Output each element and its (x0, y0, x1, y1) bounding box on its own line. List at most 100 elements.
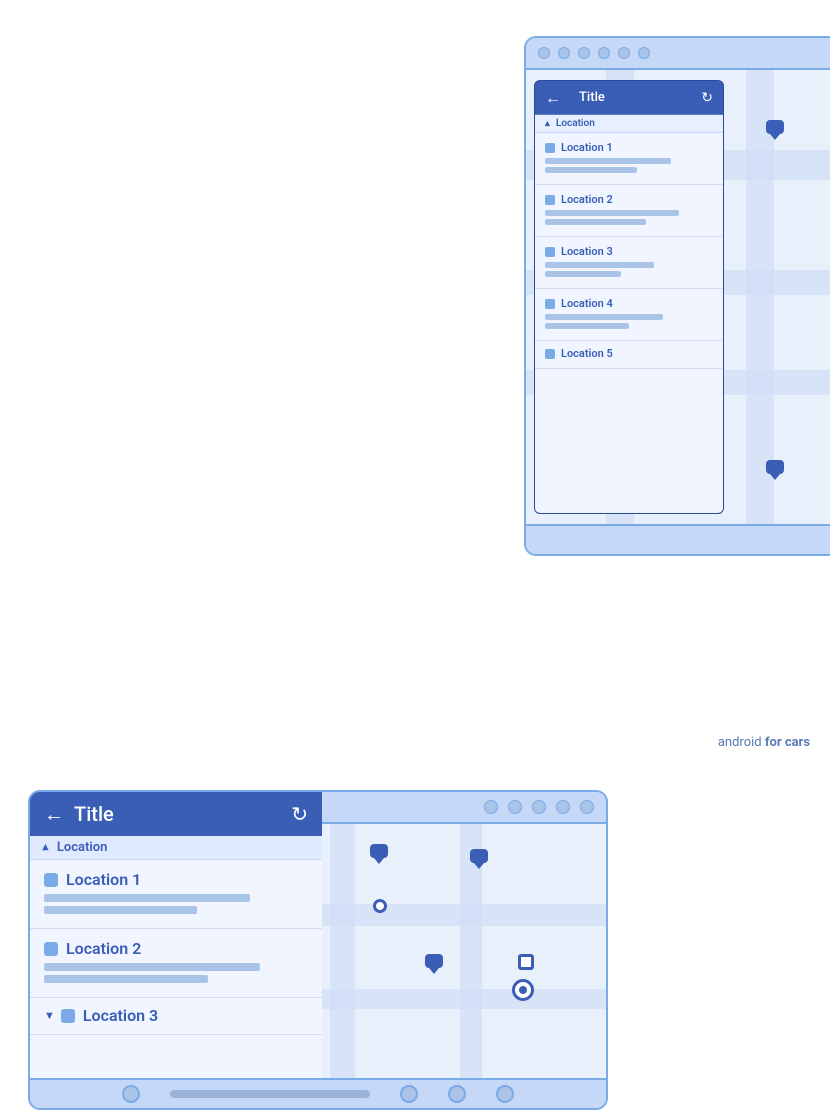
front-bottom-dot-3 (448, 1085, 466, 1103)
front-item-name-3: ▼ Location 3 (44, 1006, 308, 1025)
top-dot-1 (538, 47, 550, 59)
front-double-circle-outer (512, 979, 534, 1001)
top-dot-4 (598, 47, 610, 59)
front-item-3-collapse: ▼ (44, 1009, 75, 1023)
front-item-label-1: Location 1 (66, 870, 141, 889)
front-list-item-3: ▼ Location 3 (30, 998, 322, 1035)
front-item-3-chevron: ▼ (44, 1009, 55, 1022)
back-list-item-1: Location 1 (535, 133, 723, 185)
front-item-bar1-1 (44, 894, 250, 902)
pin-head-1 (766, 120, 784, 134)
front-device: ← Title ↻ ▼ Location Location 1 (14, 370, 594, 700)
back-location-label: Location (556, 118, 595, 129)
front-square-marker (518, 954, 534, 970)
back-item-name-4: Location 4 (545, 297, 713, 310)
front-pin-head-2 (470, 849, 488, 863)
back-item-name-3: Location 3 (545, 245, 713, 258)
front-item-name-2: Location 2 (44, 939, 308, 958)
watermark-bold: for cars (765, 735, 810, 750)
back-item-icon-4 (545, 299, 555, 309)
top-dot-6 (638, 47, 650, 59)
map-pin-1 (766, 120, 784, 140)
back-item-bar2-2 (545, 219, 646, 225)
front-pin-head-1 (370, 844, 388, 858)
front-collapse-icon: ▼ (40, 841, 51, 854)
front-circle-1 (373, 899, 387, 913)
back-list-item-5: Location 5 (535, 341, 723, 369)
front-top-dot-r4 (556, 800, 570, 814)
back-item-icon-5 (545, 349, 555, 359)
back-item-bar1-4 (545, 314, 663, 320)
front-location-label: Location (57, 840, 108, 855)
front-list-item-2: Location 2 (30, 929, 322, 998)
pin-tail-1 (770, 134, 780, 140)
back-item-bar2-3 (545, 271, 621, 277)
front-top-dot-r5 (580, 800, 594, 814)
back-panel-title: Title (569, 81, 693, 115)
top-dot-2 (558, 47, 570, 59)
top-dot-5 (618, 47, 630, 59)
back-list-item-4: Location 4 (535, 289, 723, 341)
back-item-name-2: Location 2 (545, 193, 713, 206)
front-pin-tail-2 (474, 863, 484, 869)
map-pin-8 (766, 460, 784, 480)
front-item-label-3: Location 3 (83, 1006, 158, 1025)
front-item-icon-1 (44, 873, 58, 887)
watermark: android for cars (718, 735, 810, 750)
back-panel-back-arrow[interactable]: ← (545, 88, 561, 108)
front-panel-header: ← Title ↻ (30, 792, 322, 836)
front-top-dot-r2 (508, 800, 522, 814)
back-item-bar1-1 (545, 158, 671, 164)
front-panel: ← Title ↻ ▼ Location Location 1 (30, 792, 322, 1108)
front-location-header-row: ▼ Location (30, 836, 322, 860)
front-pin-tail-1 (374, 858, 384, 864)
front-pin-2 (470, 849, 488, 869)
front-pin-3 (425, 954, 443, 974)
back-list-item-3: Location 3 (535, 237, 723, 289)
front-item-bar1-2 (44, 963, 260, 971)
front-top-dot-r3 (532, 800, 546, 814)
front-item-label-2: Location 2 (66, 939, 141, 958)
front-top-dots-right (484, 800, 594, 814)
back-collapse-icon: ▼ (543, 118, 552, 129)
front-item-icon-2 (44, 942, 58, 956)
front-pin-tail-3 (429, 968, 439, 974)
front-panel-refresh[interactable]: ↻ (291, 802, 308, 826)
back-panel-header: ← Title ↻ (535, 81, 723, 115)
back-item-bar2-4 (545, 323, 629, 329)
top-dot-3 (578, 47, 590, 59)
back-item-name-5: Location 5 (545, 347, 713, 360)
back-device-top-dots (538, 47, 650, 59)
back-item-name-1: Location 1 (545, 141, 713, 154)
watermark-prefix: android (718, 735, 765, 750)
front-list-item-1: Location 1 (30, 860, 322, 929)
front-device-bottom-bar (30, 1078, 606, 1108)
front-bottom-dot-4 (496, 1085, 514, 1103)
front-double-circle-inner (519, 986, 527, 994)
back-item-bar2-1 (545, 167, 637, 173)
front-back-arrow[interactable]: ← (44, 802, 64, 827)
pin-tail-8 (770, 474, 780, 480)
front-top-dot-r1 (484, 800, 498, 814)
back-item-icon-2 (545, 195, 555, 205)
back-list-item-2: Location 2 (535, 185, 723, 237)
back-device-top-bar (526, 38, 830, 70)
front-bottom-dot-1 (122, 1085, 140, 1103)
back-panel-refresh[interactable]: ↻ (701, 90, 713, 106)
front-panel-list: Location 1 Location 2 (30, 860, 322, 1108)
back-item-bar1-2 (545, 210, 679, 216)
back-item-bar1-3 (545, 262, 654, 268)
front-item-name-1: Location 1 (44, 870, 308, 889)
front-item-icon-3 (61, 1009, 75, 1023)
back-location-header-row: ▼ Location (535, 115, 723, 133)
front-nav-pill (170, 1090, 370, 1098)
front-pin-1 (370, 844, 388, 864)
front-item-bar2-2 (44, 975, 208, 983)
front-pin-head-3 (425, 954, 443, 968)
front-panel-title: Title (74, 802, 281, 826)
front-bottom-dot-2 (400, 1085, 418, 1103)
back-item-icon-1 (545, 143, 555, 153)
front-road-v1 (330, 824, 355, 1078)
back-item-icon-3 (545, 247, 555, 257)
front-item-bar2-1 (44, 906, 197, 914)
